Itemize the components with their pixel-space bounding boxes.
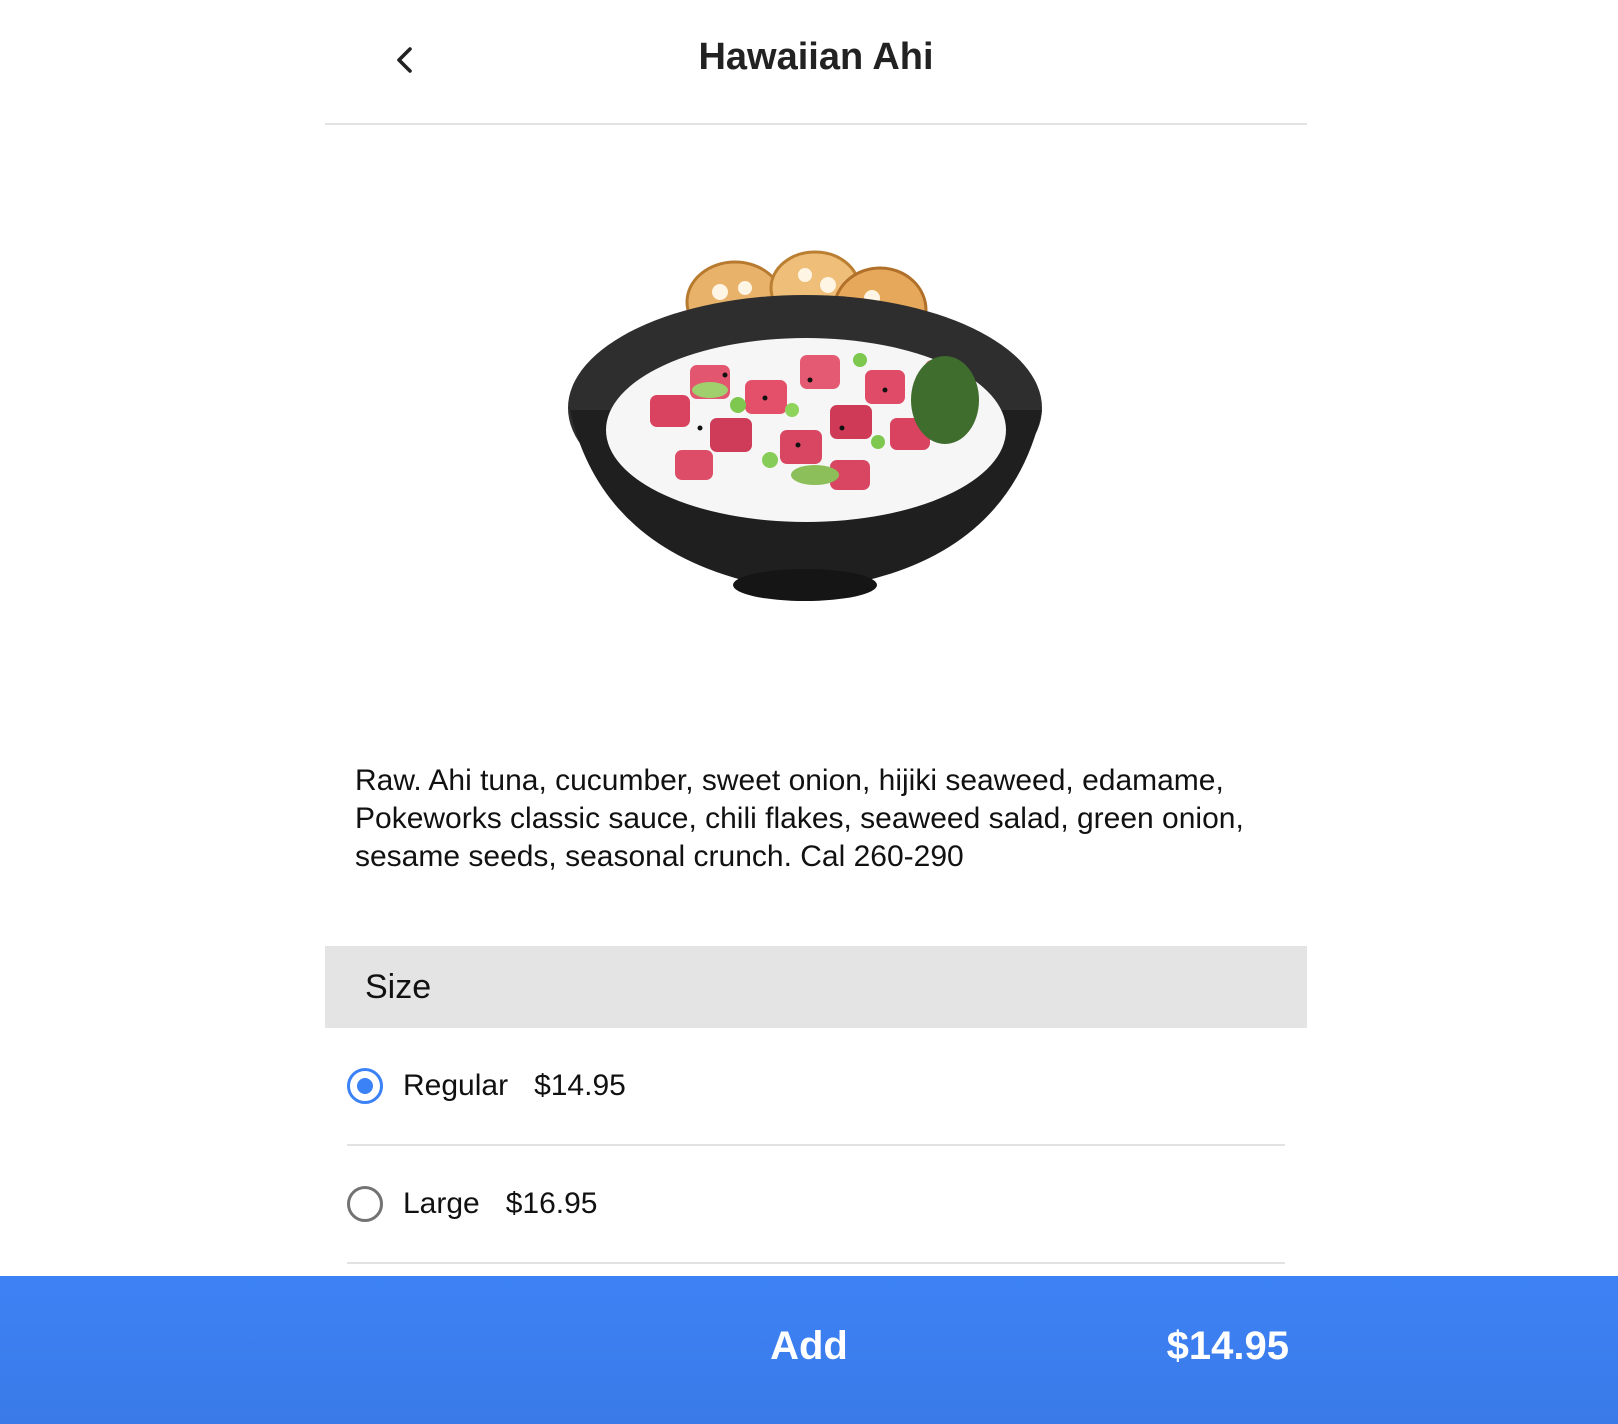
size-option-name: Large [403, 1187, 480, 1220]
size-option-price: $14.95 [534, 1069, 626, 1102]
page-title: Hawaiian Ahi [698, 36, 934, 78]
size-option-label: Regular $14.95 [403, 1069, 626, 1103]
item-description: Raw. Ahi tuna, cucumber, sweet onion, hi… [355, 764, 1244, 873]
size-option-regular[interactable]: Regular $14.95 [347, 1028, 1285, 1146]
size-option-large[interactable]: Large $16.95 [347, 1146, 1285, 1264]
size-section-title: Size [365, 968, 432, 1006]
size-option-price: $16.95 [505, 1187, 598, 1220]
header-bar: Hawaiian Ahi [325, 0, 1307, 125]
add-label: Add [770, 1324, 848, 1368]
item-detail-page: Hawaiian Ahi Raw. Ahi tuna, cucumber, sw… [0, 0, 1618, 1424]
size-section-header: Size [325, 946, 1307, 1028]
size-option-label: Large $16.95 [403, 1187, 598, 1221]
size-option-name: Regular [403, 1069, 509, 1102]
add-to-cart-button[interactable]: Add $14.95 [0, 1276, 1618, 1424]
poke-bowl-image [560, 230, 1060, 630]
radio-unselected-icon[interactable] [347, 1186, 383, 1222]
radio-selected-icon[interactable] [347, 1068, 383, 1104]
add-total-price: $14.95 [1166, 1324, 1289, 1368]
